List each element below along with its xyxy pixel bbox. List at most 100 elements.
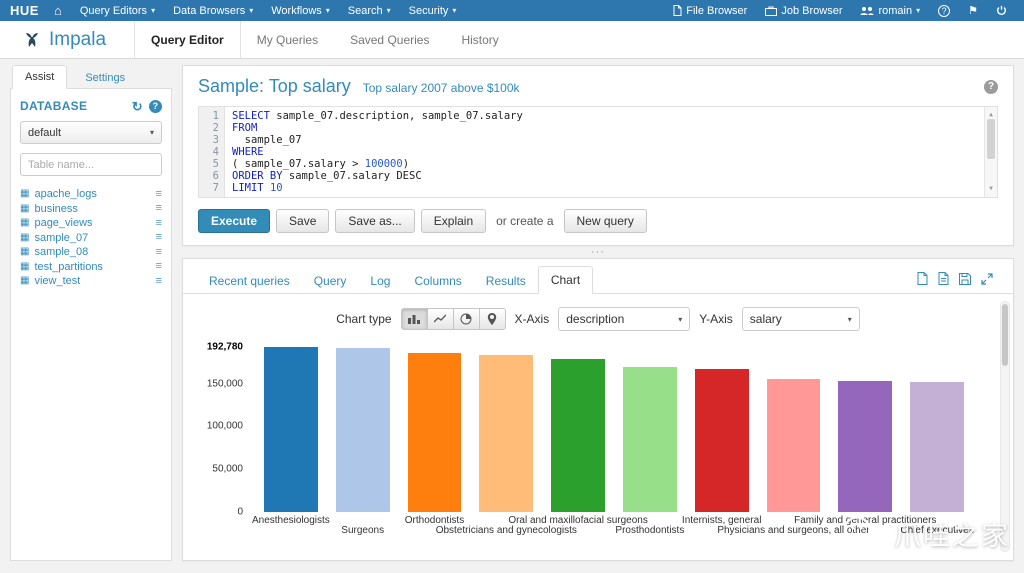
x-axis-select[interactable]: description ▾: [558, 307, 691, 331]
bar-oral-and-maxillofacial-surgeons[interactable]: [551, 359, 605, 512]
download-xls-icon[interactable]: [938, 272, 949, 285]
user-menu[interactable]: romain ▾: [851, 5, 929, 17]
query-panel: Sample: Top salary Top salary 2007 above…: [182, 65, 1014, 246]
navbar-menu-data-browsers[interactable]: Data Browsers ▾: [164, 0, 262, 21]
editor-gutter: 1234567: [199, 107, 225, 197]
table-row-business[interactable]: ▦ business ≡: [20, 202, 162, 217]
navbar-menu-label: Data Browsers: [173, 4, 246, 17]
tab-saved-queries[interactable]: Saved Queries: [334, 21, 445, 58]
bar-physicians-and-surgeons-all-other[interactable]: [766, 379, 821, 512]
tab-recent-queries[interactable]: Recent queries: [197, 268, 302, 294]
results-scrollbar[interactable]: [1000, 301, 1010, 552]
chevron-down-icon: ▾: [151, 6, 156, 15]
bar-prosthodontists[interactable]: [622, 367, 677, 512]
query-subtitle-link[interactable]: Top salary 2007 above $100k: [363, 81, 520, 95]
tab-query-editor[interactable]: Query Editor: [134, 21, 241, 58]
explain-button[interactable]: Explain: [420, 209, 487, 233]
file-browser-link[interactable]: File Browser: [664, 5, 756, 17]
navbar-menu-query-editors[interactable]: Query Editors ▾: [71, 0, 164, 21]
table-row-sample-07[interactable]: ▦ sample_07 ≡: [20, 231, 162, 246]
logout-button[interactable]: [987, 5, 1016, 16]
home-button[interactable]: ⌂: [45, 0, 71, 21]
columns-icon[interactable]: ≡: [156, 275, 162, 287]
table-filter-input[interactable]: [20, 153, 162, 176]
tab-my-queries[interactable]: My Queries: [241, 21, 334, 58]
chart-type-line-button[interactable]: [426, 308, 454, 330]
pie-chart-icon: [460, 313, 472, 325]
bar-obstetricians-and-gynecologists[interactable]: [479, 354, 534, 512]
tab-log[interactable]: Log: [358, 268, 402, 294]
sql-editor[interactable]: 1234567 SELECT sample_07.description, sa…: [198, 106, 998, 198]
navbar-menu-search[interactable]: Search ▾: [339, 0, 400, 21]
new-query-button[interactable]: New query: [563, 209, 647, 233]
chart-slot: Surgeons: [327, 347, 399, 536]
query-help-icon[interactable]: ?: [984, 79, 998, 94]
hue-logo[interactable]: HUE: [10, 3, 39, 18]
help-menu-button[interactable]: ?: [929, 4, 959, 17]
bar-chart-icon: [408, 315, 421, 324]
chart-type-pie-button[interactable]: [452, 308, 480, 330]
impala-home-link[interactable]: Impala: [22, 21, 106, 58]
panel-splitter[interactable]: ···: [182, 246, 1014, 258]
briefcase-icon: [765, 6, 778, 16]
columns-icon[interactable]: ≡: [156, 188, 162, 200]
execute-button[interactable]: Execute: [198, 209, 271, 233]
tab-chart[interactable]: Chart: [537, 266, 594, 294]
query-title: Sample: Top salary: [198, 76, 351, 96]
database-select[interactable]: default ▾: [20, 121, 162, 144]
editor-scrollbar-thumb[interactable]: [987, 119, 995, 159]
chart-type-bars-button[interactable]: [400, 308, 428, 330]
sidebar-tab-assist[interactable]: Assist: [12, 65, 68, 89]
columns-icon[interactable]: ≡: [156, 217, 162, 229]
code-line: FROM: [232, 122, 258, 134]
bar-family-and-general-practitioners[interactable]: [838, 380, 893, 512]
table-icon: ▦: [20, 275, 30, 287]
columns-icon[interactable]: ≡: [156, 203, 162, 214]
bar-anesthesiologists[interactable]: [263, 347, 318, 512]
job-browser-link[interactable]: Job Browser: [756, 5, 851, 17]
columns-icon[interactable]: ≡: [156, 261, 162, 272]
table-icon: ▦: [20, 202, 30, 214]
tab-results[interactable]: Results: [474, 268, 538, 294]
tab-columns[interactable]: Columns: [402, 268, 473, 294]
editor-scrollbar[interactable]: ▲ ▼: [984, 107, 997, 197]
table-row-page-views[interactable]: ▦ page_views ≡: [20, 216, 162, 231]
bar-chief-executives[interactable]: [910, 382, 964, 512]
y-tick-label: 100,000: [206, 420, 243, 432]
table-icon: ▦: [20, 188, 30, 200]
scroll-down-icon[interactable]: ▼: [989, 183, 993, 195]
save-as-button[interactable]: Save as...: [335, 209, 415, 233]
tab-history[interactable]: History: [445, 21, 514, 58]
bar-orthodontists[interactable]: [407, 353, 462, 512]
download-csv-icon[interactable]: [917, 272, 928, 285]
refresh-icon[interactable]: ↻: [132, 100, 143, 113]
results-toolbar: [917, 272, 999, 293]
table-row-view-test[interactable]: ▦ view_test ≡: [20, 274, 162, 289]
expand-icon[interactable]: [981, 272, 993, 285]
save-result-icon[interactable]: [959, 272, 971, 285]
power-icon: [996, 5, 1007, 15]
columns-icon[interactable]: ≡: [156, 246, 162, 258]
navbar-menu-security[interactable]: Security ▾: [400, 0, 466, 21]
table-row-test-partitions[interactable]: ▦ test_partitions ≡: [20, 260, 162, 275]
main-area: Sample: Top salary Top salary 2007 above…: [182, 65, 1014, 561]
chart-slot: Chief executives: [900, 347, 974, 536]
results-scrollbar-thumb[interactable]: [1002, 304, 1008, 366]
navbar-menu-label: Query Editors: [79, 4, 148, 17]
save-button[interactable]: Save: [276, 209, 330, 233]
y-axis-select[interactable]: salary ▾: [741, 307, 860, 331]
or-create-text: or create a: [496, 214, 554, 228]
bar-surgeons[interactable]: [335, 348, 390, 512]
table-row-sample-08[interactable]: ▦ sample_08 ≡: [20, 245, 162, 260]
editor-code[interactable]: SELECT sample_07.description, sample_07.…: [225, 107, 997, 197]
sidebar-tab-settings[interactable]: Settings: [83, 67, 127, 89]
chart-type-map-button[interactable]: [478, 308, 506, 330]
tab-query[interactable]: Query: [302, 268, 359, 294]
database-help-icon[interactable]: ?: [149, 99, 162, 113]
table-row-apache-logs[interactable]: ▦ apache_logs ≡: [20, 187, 162, 202]
line-number: 5: [212, 158, 219, 170]
navbar-menu-workflows[interactable]: Workflows ▾: [262, 0, 339, 21]
columns-icon[interactable]: ≡: [156, 232, 162, 243]
bar-internists-general[interactable]: [694, 368, 749, 512]
feedback-button[interactable]: ⚑: [959, 4, 987, 17]
